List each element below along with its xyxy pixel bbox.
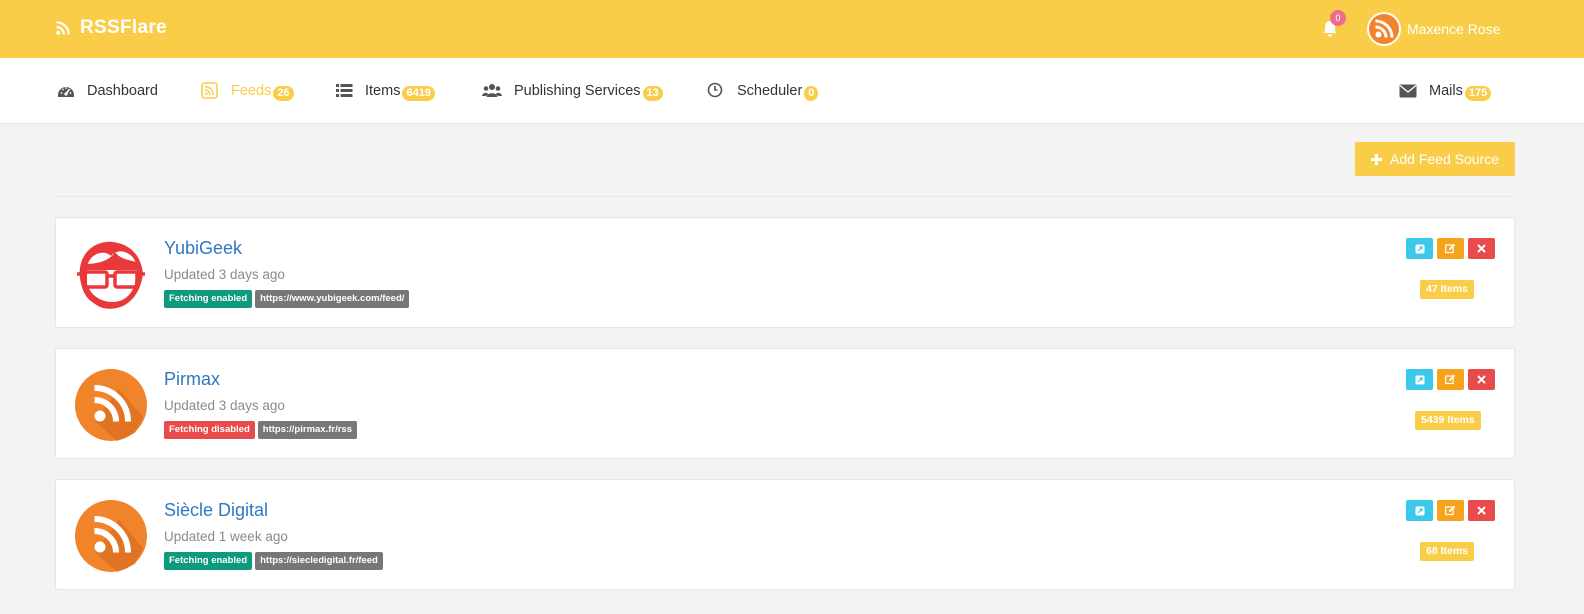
nav-items-label: Items	[365, 83, 401, 99]
feed-updated: Updated 3 days ago	[164, 267, 285, 282]
edit-button[interactable]	[1437, 238, 1464, 259]
feed-url-badge: https://www.yubigeek.com/feed/	[255, 290, 410, 308]
nav-publishing-count: 13	[642, 86, 663, 101]
delete-button[interactable]	[1468, 500, 1495, 521]
nav-items-count: 6419	[402, 86, 435, 101]
add-feed-source-label: Add Feed Source	[1390, 151, 1499, 167]
envelope-icon	[1399, 84, 1417, 98]
users-icon	[482, 84, 502, 97]
nav-items[interactable]: Items 6419	[335, 80, 435, 102]
feed-title-link[interactable]: Siècle Digital	[164, 500, 268, 521]
nav-publishing-label: Publishing Services	[514, 83, 641, 99]
fetching-status-badge: Fetching enabled	[164, 552, 253, 570]
feed-title-link[interactable]: YubiGeek	[164, 238, 242, 259]
external-link-icon	[1415, 506, 1424, 515]
items-count-badge: 68 Items	[1420, 542, 1475, 561]
nav-dashboard-label: Dashboard	[87, 83, 158, 99]
fetching-status-badge: Fetching disabled	[164, 421, 255, 439]
rss-icon	[56, 21, 70, 35]
external-link-icon	[1415, 375, 1424, 384]
rss-logo-icon	[75, 369, 147, 441]
geek-glasses-logo-icon	[77, 241, 145, 309]
fetching-status-badge: Fetching enabled	[164, 290, 253, 308]
nav-scheduler-label: Scheduler	[737, 83, 803, 99]
nav-feeds-label: Feeds	[231, 83, 272, 99]
feed-card: Siècle Digital Updated 1 week ago Fetchi…	[55, 479, 1515, 590]
avatar	[1367, 12, 1401, 46]
edit-icon	[1445, 243, 1456, 254]
divider	[56, 196, 1515, 197]
rss-avatar-icon	[1375, 19, 1394, 38]
nav-mails-count: 175	[1464, 86, 1492, 101]
feed-updated: Updated 1 week ago	[164, 529, 288, 544]
brand-name: RSSFlare	[80, 17, 167, 38]
dashboard-icon	[58, 87, 74, 97]
main-nav: Dashboard Feeds 26 Items 6419 Publishing…	[0, 58, 1584, 124]
user-menu[interactable]: Maxence Rose	[1367, 12, 1500, 46]
close-icon	[1477, 506, 1486, 515]
view-button[interactable]	[1406, 500, 1433, 521]
delete-button[interactable]	[1468, 369, 1495, 390]
rss-square-icon	[201, 82, 218, 99]
nav-feeds-count: 26	[273, 86, 294, 101]
edit-button[interactable]	[1437, 500, 1464, 521]
add-feed-source-button[interactable]: Add Feed Source	[1355, 142, 1515, 176]
items-count-badge: 5439 Items	[1415, 411, 1481, 430]
edit-icon	[1445, 505, 1456, 516]
nav-scheduler-count: 0	[804, 86, 819, 101]
plus-icon	[1371, 153, 1383, 165]
items-count-badge: 47 Items	[1420, 280, 1475, 299]
clock-icon	[707, 82, 723, 98]
notification-count-badge: 0	[1330, 10, 1346, 26]
edit-icon	[1445, 374, 1456, 385]
rss-logo-icon	[75, 500, 147, 572]
feed-url-badge: https://pirmax.fr/rss	[257, 421, 357, 439]
external-link-icon	[1415, 244, 1424, 253]
nav-publishing-services[interactable]: Publishing Services 13	[482, 80, 663, 102]
close-icon	[1477, 244, 1486, 253]
nav-mails-label: Mails	[1429, 83, 1463, 99]
user-name: Maxence Rose	[1407, 21, 1501, 37]
nav-feeds[interactable]: Feeds 26	[201, 80, 294, 102]
view-button[interactable]	[1406, 369, 1433, 390]
feed-card: YubiGeek Updated 3 days ago Fetching ena…	[55, 217, 1515, 328]
list-icon	[336, 84, 353, 97]
feed-title-link[interactable]: Pirmax	[164, 369, 220, 390]
delete-button[interactable]	[1468, 238, 1495, 259]
brand-logo-link[interactable]: RSSFlare	[56, 17, 167, 39]
nav-dashboard[interactable]: Dashboard	[57, 80, 158, 102]
nav-mails[interactable]: Mails 175	[1399, 80, 1492, 102]
view-button[interactable]	[1406, 238, 1433, 259]
edit-button[interactable]	[1437, 369, 1464, 390]
close-icon	[1477, 375, 1486, 384]
feed-card: Pirmax Updated 3 days ago Fetching disab…	[55, 348, 1515, 459]
nav-scheduler[interactable]: Scheduler 0	[707, 80, 819, 102]
feed-url-badge: https://siecledigital.fr/feed	[255, 552, 383, 570]
feed-updated: Updated 3 days ago	[164, 398, 285, 413]
top-bar: RSSFlare 0 Maxence Rose	[0, 0, 1584, 58]
